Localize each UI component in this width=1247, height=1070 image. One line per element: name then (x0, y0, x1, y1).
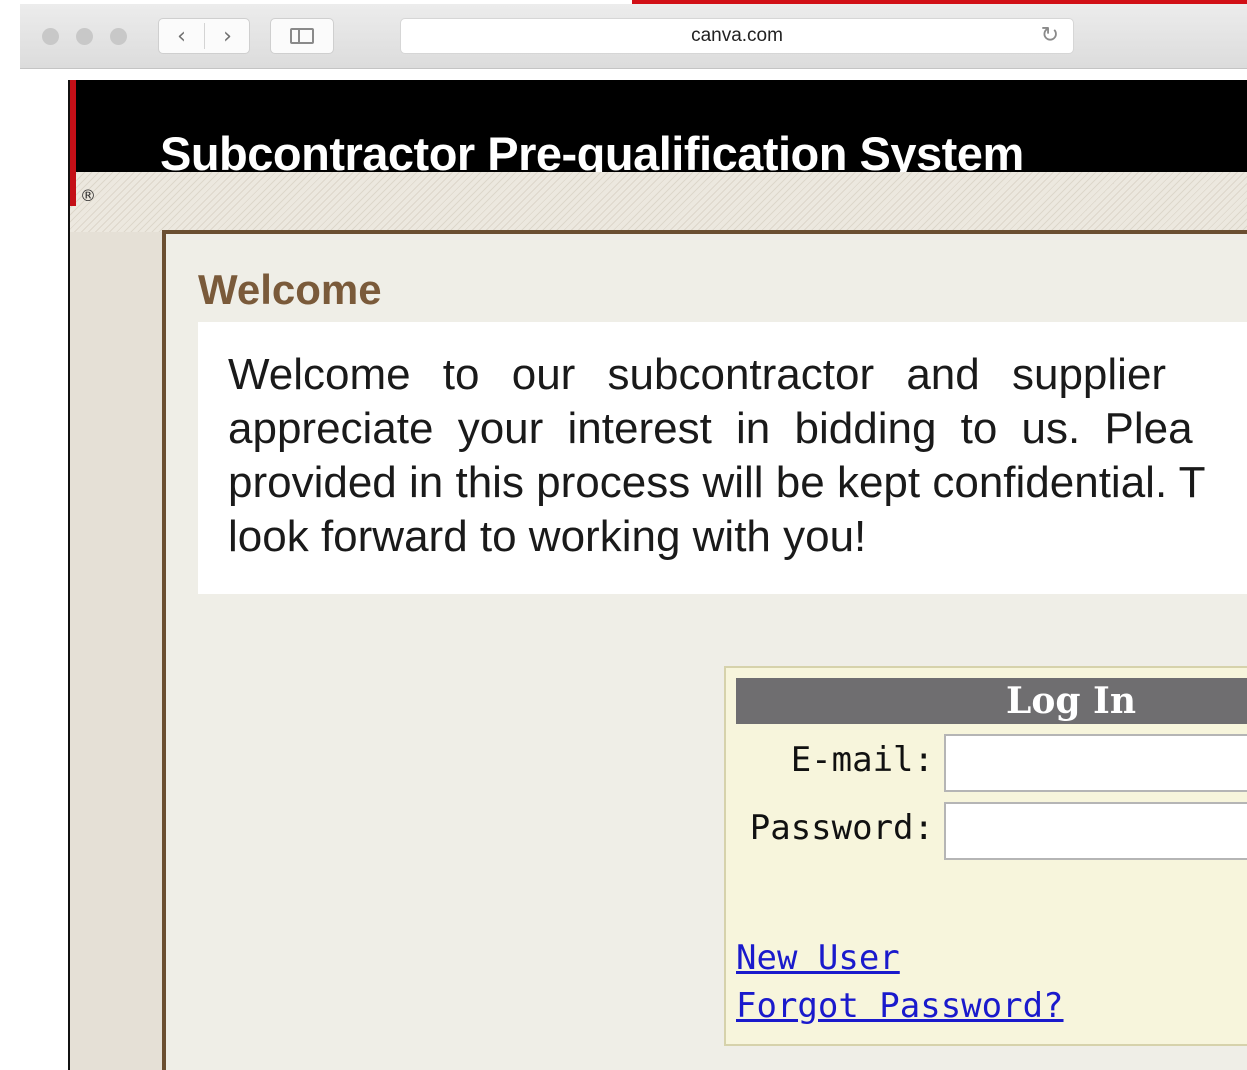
url-text: canva.com (691, 25, 783, 46)
welcome-line-4: look forward to working with you! (228, 512, 867, 561)
login-box: Log In E-mail: Password: New User Forgot… (724, 666, 1247, 1046)
sidebar-icon (290, 28, 314, 44)
email-label: E-mail: (790, 740, 934, 780)
chevron-right-icon[interactable]: › (205, 19, 250, 53)
web-viewport: Subcontractor Pre-qualification System ®… (20, 69, 1247, 1070)
chevron-left-icon[interactable]: ‹ (159, 19, 204, 53)
site-frame: Subcontractor Pre-qualification System ®… (68, 80, 1247, 1070)
email-field[interactable] (944, 734, 1247, 792)
history-nav: ‹ › (158, 18, 250, 54)
content-panel: Welcome Welcome to our subcontractor and… (162, 230, 1247, 1070)
welcome-message: Welcome to our subcontractor and supplie… (228, 348, 1247, 564)
welcome-heading: Welcome (198, 266, 382, 313)
header-red-edge (70, 80, 76, 206)
address-bar[interactable]: canva.com ↻ (400, 18, 1074, 54)
new-user-link[interactable]: New User (736, 938, 900, 978)
window-close-dot[interactable] (42, 28, 59, 45)
password-field[interactable] (944, 802, 1247, 860)
welcome-line-1: Welcome to our subcontractor and supplie… (228, 350, 1167, 399)
browser-toolbar: ‹ › canva.com ↻ (20, 4, 1247, 69)
forgot-password-link[interactable]: Forgot Password? (736, 986, 1064, 1026)
registered-mark: ® (80, 186, 96, 205)
password-label: Password: (749, 808, 934, 848)
welcome-message-box: Welcome to our subcontractor and supplie… (198, 322, 1247, 594)
window-minimize-dot[interactable] (76, 28, 93, 45)
sidebar-toggle-button[interactable] (270, 18, 334, 54)
reload-icon[interactable]: ↻ (1041, 23, 1059, 48)
header-stripe-band (70, 172, 1247, 232)
site-header: Subcontractor Pre-qualification System (70, 80, 1247, 180)
welcome-line-3: provided in this process will be kept co… (228, 458, 1206, 507)
login-header: Log In (736, 678, 1247, 724)
page: ‹ › canva.com ↻ Subcontractor Pre-qualif… (0, 0, 1247, 1070)
welcome-line-2: appreciate your interest in bidding to u… (228, 404, 1193, 453)
window-zoom-dot[interactable] (110, 28, 127, 45)
